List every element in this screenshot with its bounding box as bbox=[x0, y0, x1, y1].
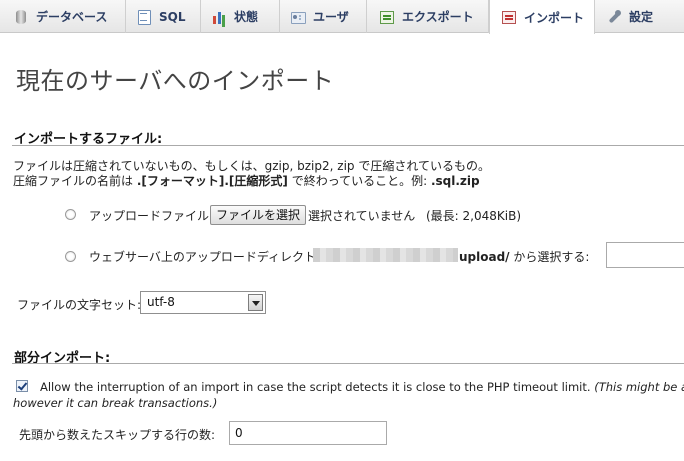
webserver-dir-label: ウェブサーバ上のアップロードディレクトリ bbox=[89, 250, 329, 264]
charset-label: ファイルの文字セット: bbox=[17, 298, 142, 312]
divider bbox=[12, 363, 684, 364]
tab-bar: データベース SQL 状態 ユーザ エクスポート インポート 設定 bbox=[0, 0, 684, 34]
tab-settings[interactable]: 設定 bbox=[595, 0, 684, 33]
export-icon bbox=[379, 9, 395, 25]
chevron-down-icon[interactable] bbox=[248, 294, 263, 311]
tab-label: インポート bbox=[524, 10, 585, 25]
filename-help-prefix: 圧縮ファイルの名前は bbox=[13, 174, 137, 188]
tab-label: ユーザ bbox=[313, 10, 349, 24]
users-icon bbox=[290, 9, 306, 25]
select-from-label: から選択する: bbox=[509, 250, 590, 264]
upload-dir-path: upload/ から選択する: bbox=[459, 248, 589, 265]
filename-example: .sql.zip bbox=[430, 174, 480, 188]
redacted-path bbox=[313, 248, 458, 262]
tab-label: 設定 bbox=[629, 10, 654, 24]
filename-format: .[フォーマット].[圧縮形式] bbox=[136, 174, 288, 188]
tab-databases[interactable]: データベース bbox=[0, 0, 126, 33]
charset-select[interactable]: utf-8 bbox=[140, 291, 266, 314]
upload-file-label: アップロードファイル: bbox=[89, 209, 214, 223]
tab-label: エクスポート bbox=[402, 10, 474, 24]
skip-rows-label: 先頭から数えたスキップする行の数: bbox=[19, 428, 216, 442]
sql-icon bbox=[136, 9, 152, 25]
tab-label: データベース bbox=[36, 10, 108, 24]
webserver-dir-radio[interactable] bbox=[65, 251, 76, 262]
allow-interrupt-text: Allow the interruption of an import in c… bbox=[40, 380, 595, 394]
status-icon bbox=[211, 9, 227, 25]
tab-users[interactable]: ユーザ bbox=[280, 0, 367, 33]
filename-help: 圧縮ファイルの名前は .[フォーマット].[圧縮形式] で終わっていること。例:… bbox=[13, 172, 480, 189]
filename-help-mid: で終わっていること。例: bbox=[287, 174, 431, 188]
allow-interrupt-note: (This might be a bbox=[594, 380, 684, 394]
choose-file-button[interactable]: ファイルを選択 bbox=[210, 205, 307, 225]
allow-interrupt-label: Allow the interruption of an import in c… bbox=[40, 380, 684, 394]
tab-label: 状態 bbox=[234, 10, 259, 24]
allow-interrupt-note-continued: however it can break transactions.) bbox=[13, 396, 218, 410]
skip-rows-input[interactable]: 0 bbox=[229, 421, 387, 445]
tab-sql[interactable]: SQL bbox=[126, 0, 201, 33]
database-icon bbox=[13, 9, 29, 25]
tab-export[interactable]: エクスポート bbox=[367, 0, 489, 33]
tab-status[interactable]: 状態 bbox=[201, 0, 280, 33]
max-size-text: (最長: 2,048KiB) bbox=[426, 209, 522, 223]
settings-icon bbox=[606, 9, 622, 25]
charset-value: utf-8 bbox=[147, 295, 175, 309]
upload-dir-file-select[interactable] bbox=[606, 242, 684, 268]
upload-dir-suffix: upload/ bbox=[459, 250, 510, 264]
tab-import[interactable]: インポート bbox=[489, 0, 595, 34]
upload-file-radio[interactable] bbox=[65, 209, 76, 220]
tab-label: SQL bbox=[159, 9, 186, 24]
import-icon bbox=[501, 9, 517, 25]
allow-interrupt-checkbox[interactable] bbox=[16, 380, 28, 392]
divider bbox=[12, 145, 684, 146]
no-file-selected-text: 選択されていません bbox=[308, 209, 416, 223]
page-title: 現在のサーバへのインポート bbox=[16, 67, 335, 95]
